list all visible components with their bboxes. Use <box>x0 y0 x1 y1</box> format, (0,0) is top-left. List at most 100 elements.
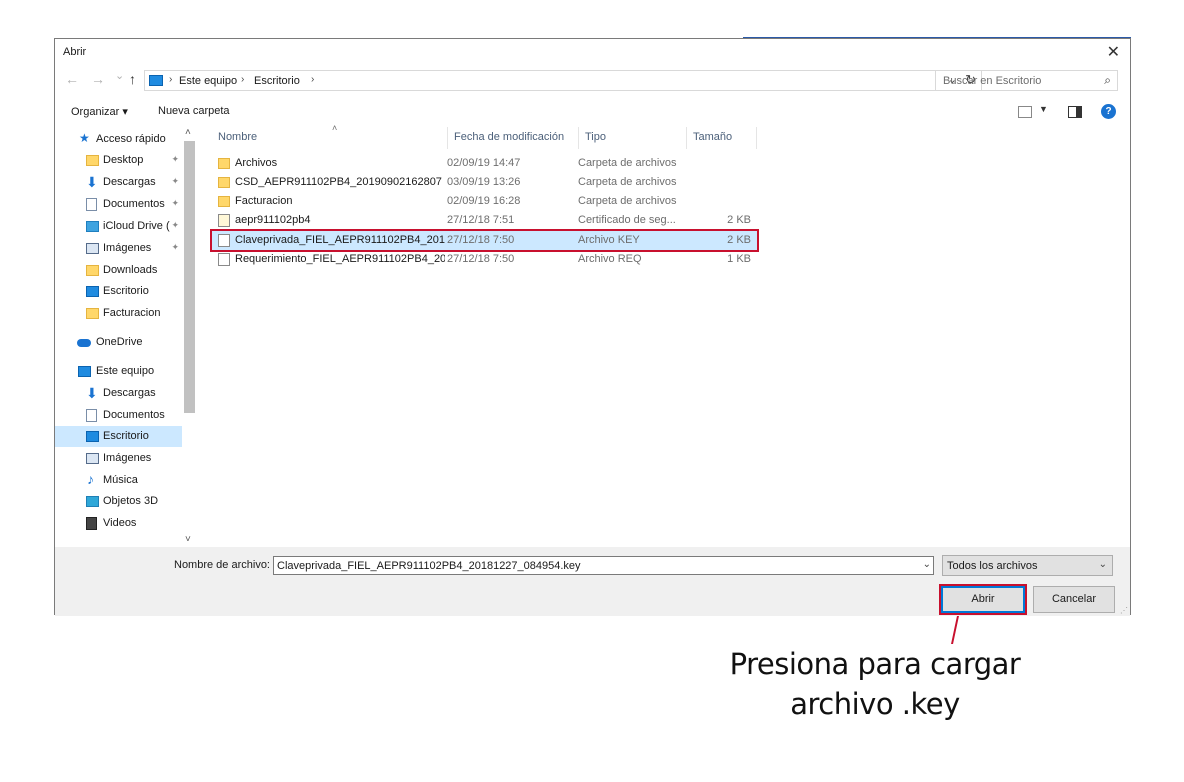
sidebar-item-downloads[interactable]: Downloads <box>55 260 182 281</box>
file-name: Requerimiento_FIEL_AEPR911102PB4_201... <box>235 253 445 265</box>
download-icon: ⬇ <box>86 174 98 190</box>
sidebar-item-objetos-3d[interactable]: Objetos 3D <box>55 491 182 512</box>
sidebar-item-videos[interactable]: Videos <box>55 513 182 534</box>
breadcrumb-separator-icon[interactable]: › <box>241 74 244 85</box>
cancel-button[interactable]: Cancelar <box>1033 586 1115 613</box>
video-icon <box>86 517 97 530</box>
up-arrow-icon[interactable]: ↑ <box>129 71 136 87</box>
file-date: 02/09/19 14:47 <box>447 157 521 169</box>
scroll-down-icon[interactable]: ˅ <box>185 534 191 545</box>
file-date: 27/12/18 7:50 <box>447 253 515 265</box>
new-folder-button[interactable]: Nueva carpeta <box>158 105 230 117</box>
navigation-scrollbar[interactable]: ˄ ˅ <box>183 127 196 545</box>
back-arrow-icon[interactable]: ← <box>65 71 79 87</box>
pin-icon[interactable]: ✦ <box>171 154 179 165</box>
sidebar-item-descargas-pinned[interactable]: ⬇ Descargas ✦ <box>55 172 182 193</box>
file-row-key-selected[interactable]: Claveprivada_FIEL_AEPR911102PB4_2018... … <box>210 229 759 252</box>
pin-icon[interactable]: ✦ <box>171 176 179 187</box>
recent-locations-icon[interactable]: ⌄ <box>115 69 124 82</box>
sidebar-item-escritorio[interactable]: Escritorio <box>55 426 182 447</box>
sidebar-item-label: Descargas <box>103 176 156 188</box>
breadcrumb-este-equipo[interactable]: Este equipo <box>179 75 237 87</box>
open-button[interactable]: Abrir <box>941 586 1025 613</box>
sidebar-item-documentos-pinned[interactable]: Documentos ✦ <box>55 194 182 215</box>
filename-field[interactable]: Claveprivada_FIEL_AEPR911102PB4_20181227… <box>273 556 934 575</box>
pin-icon[interactable]: ✦ <box>171 198 179 209</box>
file-size: 1 KB <box>727 253 751 265</box>
search-input[interactable]: Buscar en Escritorio ⌕ <box>935 70 1118 91</box>
sidebar-item-este-equipo[interactable]: Este equipo <box>55 361 182 382</box>
sidebar-item-label: Este equipo <box>96 365 155 377</box>
file-type-filter[interactable]: Todos los archivos ⌄ <box>942 555 1113 576</box>
folder-icon <box>218 196 230 207</box>
address-bar[interactable]: › Este equipo › Escritorio › ⌄ ↻ <box>144 70 982 91</box>
column-header-label: Nombre <box>218 131 258 143</box>
organize-button[interactable]: Organizar ▾ <box>71 105 128 118</box>
file-icon <box>218 234 230 247</box>
column-header-date[interactable]: Fecha de modificación <box>448 127 579 149</box>
sidebar-item-desktop[interactable]: Desktop ✦ <box>55 150 182 171</box>
file-name: Claveprivada_FIEL_AEPR911102PB4_2018... <box>235 234 445 246</box>
pin-icon[interactable]: ✦ <box>171 242 179 253</box>
folder-icon <box>218 158 230 169</box>
view-dropdown-icon[interactable]: ▼ <box>1039 104 1048 114</box>
close-icon[interactable]: ✕ <box>1107 42 1120 62</box>
file-date: 27/12/18 7:51 <box>447 214 515 226</box>
sidebar-item-label: Documentos <box>103 409 165 421</box>
file-row-facturacion[interactable]: Facturacion 02/09/19 16:28 Carpeta de ar… <box>212 192 757 211</box>
annotation-callout: Presiona para cargar archivo .key <box>700 644 1050 724</box>
resize-grip-icon[interactable]: ⋰ <box>1120 606 1128 615</box>
folder-icon <box>218 177 230 188</box>
scroll-up-icon[interactable]: ˄ <box>185 127 191 138</box>
sidebar-item-facturacion[interactable]: Facturacion <box>55 303 182 324</box>
sidebar-item-icloud-drive[interactable]: iCloud Drive ( ✦ <box>55 216 182 237</box>
filename-value: Claveprivada_FIEL_AEPR911102PB4_20181227… <box>277 560 581 572</box>
file-type-filter-value: Todos los archivos <box>947 560 1038 572</box>
chevron-down-icon[interactable]: ⌄ <box>923 559 931 570</box>
document-icon <box>86 409 97 422</box>
sidebar-item-imagenes[interactable]: Imágenes <box>55 448 182 469</box>
preview-pane-icon[interactable] <box>1068 106 1082 118</box>
pin-icon[interactable]: ✦ <box>171 220 179 231</box>
column-header-size[interactable]: Tamaño <box>687 127 757 149</box>
sidebar-item-label: Música <box>103 474 138 486</box>
column-header-type[interactable]: Tipo <box>579 127 687 149</box>
breadcrumb-separator-icon[interactable]: › <box>169 74 172 85</box>
file-row-certificate[interactable]: aepr911102pb4 27/12/18 7:51 Certificado … <box>212 211 757 230</box>
file-row-csd[interactable]: CSD_AEPR911102PB4_20190902162807 03/09/1… <box>212 173 757 192</box>
sidebar-item-escritorio-quick[interactable]: Escritorio <box>55 281 182 302</box>
title-bar: Abrir ✕ <box>55 39 1130 65</box>
file-date: 03/09/19 13:26 <box>447 176 521 188</box>
breadcrumb-separator-icon[interactable]: › <box>311 74 314 85</box>
file-list: Nombre ˄ Fecha de modificación Tipo Tama… <box>203 123 1131 545</box>
icloud-icon <box>86 221 99 232</box>
navigation-pane: ★ Acceso rápido Desktop ✦ ⬇ Descargas ✦ … <box>55 127 197 545</box>
sidebar-item-imagenes-pinned[interactable]: Imágenes ✦ <box>55 238 182 259</box>
sidebar-item-acceso-rapido[interactable]: ★ Acceso rápido <box>55 129 182 150</box>
file-row-req[interactable]: Requerimiento_FIEL_AEPR911102PB4_201... … <box>212 250 757 269</box>
file-name: Facturacion <box>235 195 293 207</box>
scrollbar-thumb[interactable] <box>184 141 195 413</box>
breadcrumb-escritorio[interactable]: Escritorio <box>254 75 300 87</box>
help-icon[interactable]: ? <box>1101 104 1116 119</box>
column-header-name[interactable]: Nombre ˄ <box>212 123 448 149</box>
sidebar-item-label: OneDrive <box>96 336 143 348</box>
search-icon[interactable]: ⌕ <box>1104 73 1111 88</box>
sort-ascending-icon: ˄ <box>332 123 338 133</box>
file-date: 27/12/18 7:50 <box>447 234 515 246</box>
sidebar-item-label: Descargas <box>103 387 156 399</box>
file-row-archivos[interactable]: Archivos 02/09/19 14:47 Carpeta de archi… <box>212 154 757 173</box>
open-file-dialog: Abrir ✕ ← → ⌄ ↑ › Este equipo › Escritor… <box>54 38 1131 616</box>
sidebar-item-musica[interactable]: ♪ Música <box>55 470 182 491</box>
pc-icon <box>78 366 91 377</box>
forward-arrow-icon[interactable]: → <box>91 71 105 87</box>
pictures-icon <box>86 243 99 254</box>
sidebar-item-descargas[interactable]: ⬇ Descargas <box>55 383 182 404</box>
view-options-icon[interactable] <box>1018 106 1032 118</box>
file-date: 02/09/19 16:28 <box>447 195 521 207</box>
annotation-leader-line <box>951 616 959 644</box>
search-placeholder: Buscar en Escritorio <box>943 75 1042 87</box>
chevron-down-icon[interactable]: ⌄ <box>1099 559 1107 570</box>
sidebar-item-documentos[interactable]: Documentos <box>55 405 182 426</box>
sidebar-item-onedrive[interactable]: OneDrive <box>55 332 182 353</box>
